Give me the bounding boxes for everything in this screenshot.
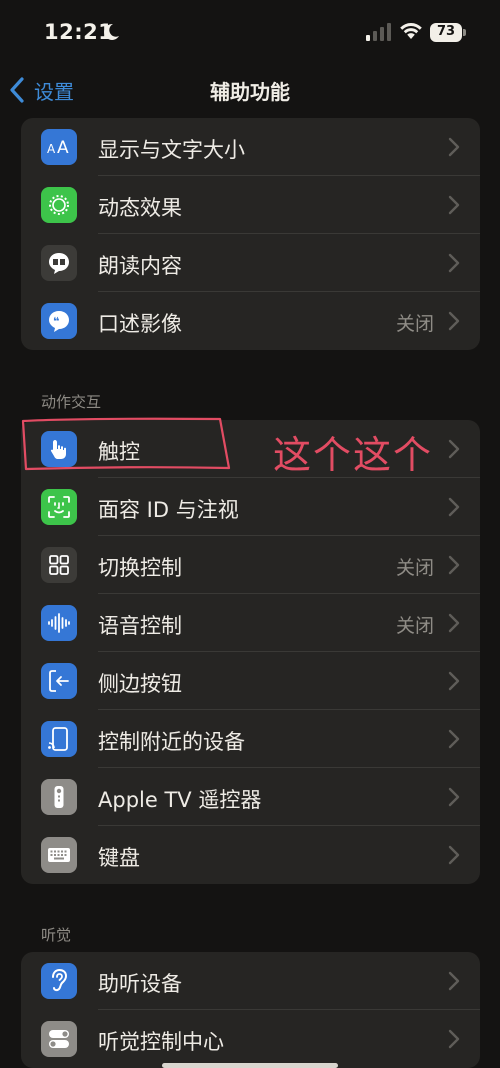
row-hearing-control-center[interactable]: 听觉控制中心: [21, 1010, 480, 1068]
moon-icon: [104, 23, 119, 40]
row-label: 助听设备: [98, 972, 182, 996]
screen: 12:21 73 设置 辅助功能 A A 显示与文字大小 动态效果 朗读内容 ❝…: [0, 0, 500, 1068]
status-bar: 12:21 73: [0, 0, 500, 64]
switch-control-icon: [41, 547, 77, 583]
row-keyboard[interactable]: 键盘: [21, 826, 480, 884]
row-spoken-content[interactable]: 朗读内容: [21, 234, 480, 292]
wifi-icon: [400, 23, 422, 39]
chevron-right-icon: [448, 137, 460, 157]
interaction-group: 触控 面容 ID 与注视 切换控制 关闭 语音控制 关闭 侧边按钮 控制附近的设…: [21, 420, 480, 884]
row-label: 动态效果: [98, 196, 182, 220]
keyboard-icon: [41, 837, 77, 873]
row-label: 朗读内容: [98, 254, 182, 278]
row-audio-description[interactable]: ❝ 口述影像 关闭: [21, 292, 480, 350]
row-label: 切换控制: [98, 556, 182, 580]
chevron-right-icon: [448, 671, 460, 691]
annotation-highlight-box: [21, 417, 231, 471]
row-label: Apple TV 遥控器: [98, 788, 262, 812]
row-display-text-size[interactable]: AA 显示与文字大小: [21, 118, 480, 176]
chevron-right-icon: [448, 845, 460, 865]
row-face-id[interactable]: 面容 ID 与注视: [21, 478, 480, 536]
chevron-right-icon: [448, 729, 460, 749]
nav-bar: 设置 辅助功能: [0, 64, 500, 116]
face-id-icon: [41, 489, 77, 525]
voice-control-icon: [41, 605, 77, 641]
battery-icon: 73: [430, 23, 466, 42]
nearby-devices-icon: [41, 721, 77, 757]
row-apple-tv-remote[interactable]: Apple TV 遥控器: [21, 768, 480, 826]
row-control-nearby-devices[interactable]: 控制附近的设备: [21, 710, 480, 768]
side-button-icon: [41, 663, 77, 699]
row-label: 键盘: [98, 846, 140, 870]
battery-level: 73: [436, 24, 456, 39]
row-label: 面容 ID 与注视: [98, 498, 239, 522]
row-value: 关闭: [395, 615, 434, 637]
row-label: 显示与文字大小: [98, 138, 245, 162]
page-title: 辅助功能: [210, 80, 290, 104]
svg-text:A: A: [57, 138, 69, 158]
audio-description-icon: ❝: [41, 303, 77, 339]
section-header-hearing: 听觉: [41, 926, 72, 944]
row-hearing-devices[interactable]: 助听设备: [21, 952, 480, 1010]
spoken-content-icon: [41, 245, 77, 281]
svg-text:❝: ❝: [53, 315, 59, 328]
chevron-right-icon: [448, 253, 460, 273]
row-switch-control[interactable]: 切换控制 关闭: [21, 536, 480, 594]
row-label: 语音控制: [98, 614, 182, 638]
chevron-right-icon: [448, 971, 460, 991]
motion-icon: [41, 187, 77, 223]
cellular-signal-icon: [366, 23, 391, 41]
row-label: 侧边按钮: [98, 672, 182, 696]
chevron-right-icon: [448, 311, 460, 331]
chevron-right-icon: [448, 439, 460, 459]
chevron-right-icon: [448, 787, 460, 807]
chevron-right-icon: [448, 613, 460, 633]
chevron-right-icon: [448, 497, 460, 517]
hearing-devices-icon: [41, 963, 77, 999]
tv-remote-icon: [41, 779, 77, 815]
row-value: 关闭: [395, 557, 434, 579]
text-size-icon: AA: [41, 129, 77, 165]
section-header-interaction: 动作交互: [41, 393, 102, 411]
chevron-right-icon: [448, 195, 460, 215]
chevron-right-icon: [448, 555, 460, 575]
vision-group: AA 显示与文字大小 动态效果 朗读内容 ❝ 口述影像 关闭: [21, 118, 480, 350]
row-voice-control[interactable]: 语音控制 关闭: [21, 594, 480, 652]
row-motion[interactable]: 动态效果: [21, 176, 480, 234]
home-indicator: [162, 1063, 338, 1068]
row-label: 口述影像: [98, 312, 182, 336]
row-side-button[interactable]: 侧边按钮: [21, 652, 480, 710]
svg-text:A: A: [47, 142, 56, 156]
chevron-right-icon: [448, 1029, 460, 1049]
hearing-control-center-icon: [41, 1021, 77, 1057]
row-value: 关闭: [395, 313, 434, 335]
row-label: 听觉控制中心: [98, 1030, 224, 1054]
annotation-text: 这个这个: [273, 433, 434, 477]
hearing-group: 助听设备 听觉控制中心: [21, 952, 480, 1068]
row-label: 控制附近的设备: [98, 730, 245, 754]
